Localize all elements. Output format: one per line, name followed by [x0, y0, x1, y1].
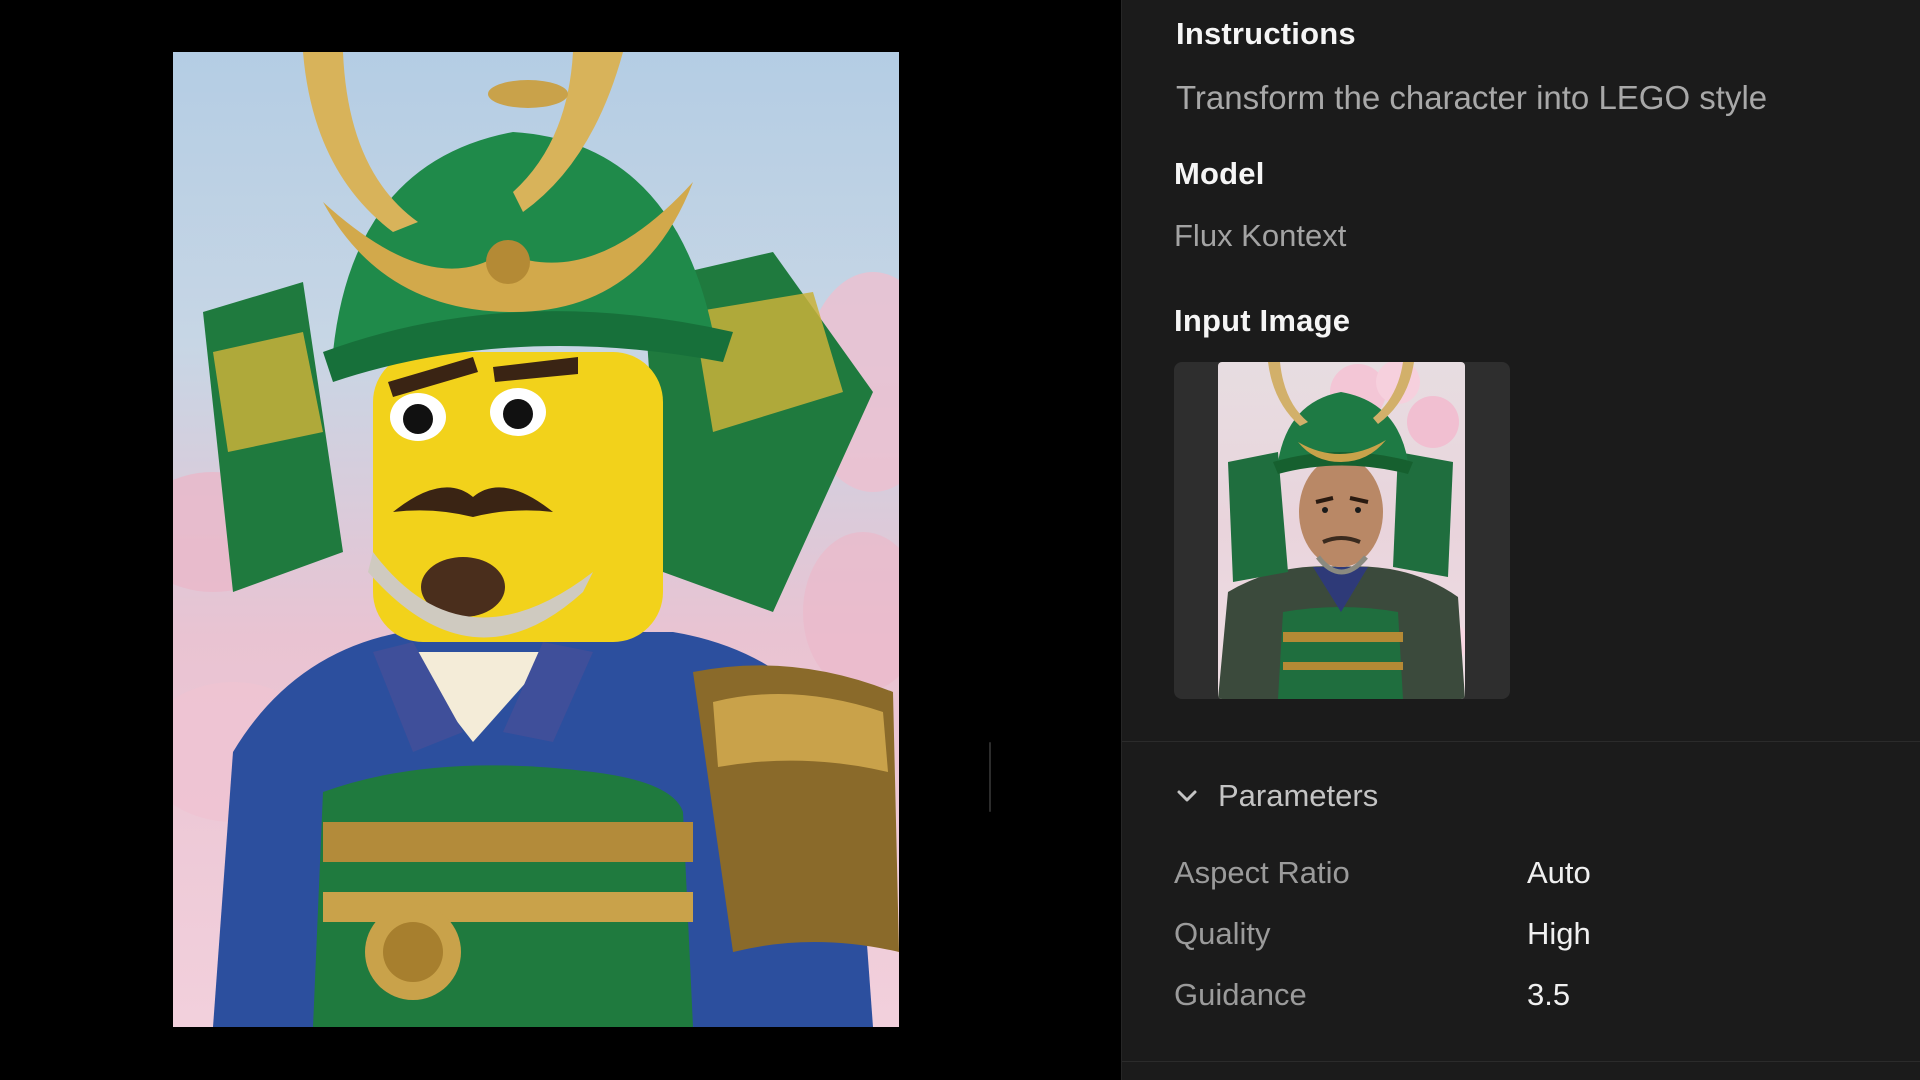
param-row-quality: Quality High — [1174, 912, 1874, 956]
input-image-thumbnail[interactable] — [1218, 362, 1465, 699]
instructions-heading: Instructions — [1176, 16, 1356, 51]
panel-resize-handle[interactable] — [989, 742, 991, 812]
param-value: 3.5 — [1527, 977, 1571, 1012]
app-root: Instructions Transform the character int… — [0, 0, 1920, 1080]
param-row-aspect-ratio: Aspect Ratio Auto — [1174, 851, 1874, 895]
output-canvas — [0, 0, 1121, 1080]
output-image[interactable] — [173, 52, 899, 1027]
param-value: Auto — [1527, 855, 1591, 890]
param-name: Quality — [1174, 916, 1271, 951]
parameters-label: Parameters — [1218, 778, 1379, 813]
model-value: Flux Kontext — [1174, 218, 1347, 253]
details-panel: Instructions Transform the character int… — [1121, 0, 1920, 1080]
section-divider — [1122, 1061, 1920, 1062]
param-name: Guidance — [1174, 977, 1307, 1012]
parameters-toggle[interactable]: Parameters — [1174, 773, 1378, 819]
param-row-guidance: Guidance 3.5 — [1174, 973, 1874, 1017]
param-name: Aspect Ratio — [1174, 855, 1350, 890]
chevron-down-icon — [1174, 783, 1200, 809]
model-heading: Model — [1174, 156, 1265, 191]
samurai-photo-illustration — [1218, 362, 1465, 699]
section-divider — [1122, 741, 1920, 742]
input-image-frame[interactable] — [1174, 362, 1510, 699]
param-value: High — [1527, 916, 1591, 951]
lego-samurai-illustration — [173, 52, 899, 1027]
instructions-text: Transform the character into LEGO style — [1176, 79, 1768, 116]
input-image-heading: Input Image — [1174, 303, 1351, 338]
